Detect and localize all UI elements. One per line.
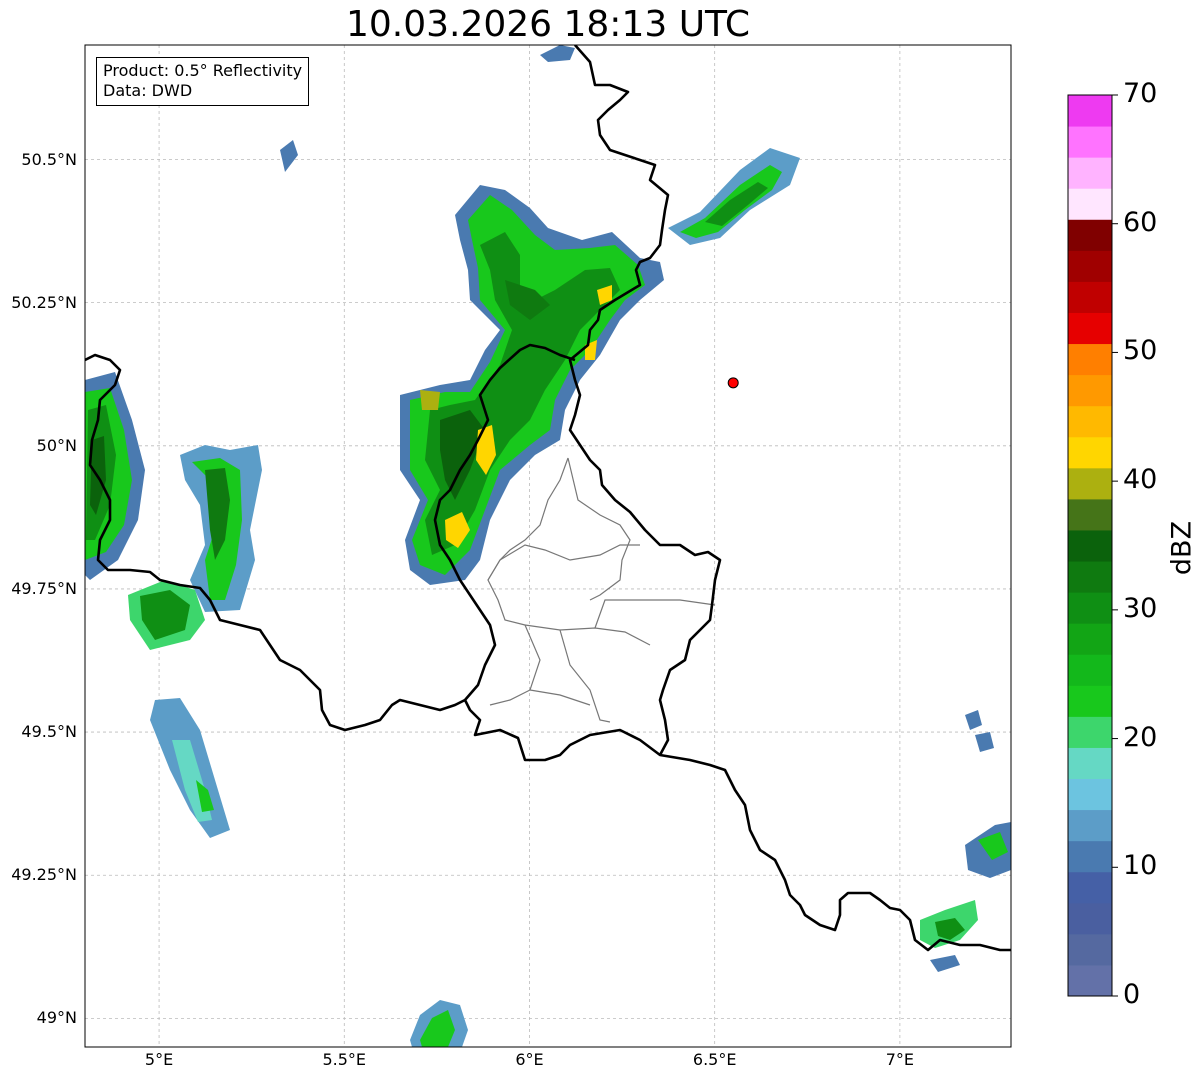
colorbar-tick-label: 20: [1123, 721, 1158, 753]
colorbar-segment: [1068, 592, 1112, 624]
colorbar-segment: [1068, 498, 1112, 531]
colorbar-segment: [1068, 716, 1112, 748]
colorbar-segment: [1068, 964, 1112, 997]
colorbar-tick-label: 60: [1123, 206, 1158, 238]
y-tick-label: 49.25°N: [11, 865, 77, 885]
x-tick-label: 5.5°E: [322, 1050, 367, 1069]
colorbar-tick-label: 70: [1123, 78, 1158, 109]
y-tick-label: 49°N: [36, 1008, 77, 1028]
x-tick-label: 6°E: [515, 1050, 544, 1069]
y-tick-label: 50.5°N: [21, 149, 77, 169]
colorbar-segment: [1068, 623, 1112, 655]
product-label: Product: 0.5° Reflectivity: [103, 61, 303, 80]
colorbar-segment: [1068, 219, 1112, 251]
colorbar-segment: [1068, 747, 1112, 780]
colorbar-segment: [1068, 188, 1112, 220]
colorbar-tick-label: 0: [1123, 979, 1141, 1010]
y-tick-label: 49.5°N: [21, 722, 77, 742]
colorbar-segment: [1068, 343, 1112, 376]
colorbar-segment: [1068, 654, 1112, 686]
colorbar: [1067, 94, 1118, 997]
data-source-label: Data: DWD: [103, 81, 193, 100]
colorbar-segment: [1068, 250, 1112, 282]
colorbar-segment: [1068, 126, 1112, 158]
colorbar-segment: [1068, 685, 1112, 717]
radar-site-marker[interactable]: [727, 377, 739, 389]
colorbar-segment: [1068, 467, 1112, 500]
radar-map[interactable]: [0, 0, 1202, 1081]
colorbar-segment: [1068, 374, 1112, 407]
colorbar-segment: [1068, 95, 1112, 127]
colorbar-segment: [1068, 561, 1112, 593]
colorbar-segment: [1068, 871, 1112, 904]
x-tick-label: 5°E: [144, 1050, 174, 1069]
colorbar-tick-label: 50: [1123, 335, 1158, 367]
colorbar-segment: [1068, 436, 1112, 469]
colorbar-segment: [1068, 778, 1112, 811]
colorbar-segment: [1068, 840, 1112, 873]
colorbar-tick-label: 30: [1123, 592, 1158, 624]
y-tick-label: 49.75°N: [11, 578, 77, 598]
y-tick-label: 50.25°N: [11, 292, 77, 312]
info-box: Product: 0.5° Reflectivity Data: DWD: [96, 57, 310, 106]
colorbar-segment: [1068, 902, 1112, 935]
radar-site-layer: [727, 377, 739, 389]
colorbar-segment: [1068, 809, 1112, 842]
colorbar-segment: [1068, 933, 1112, 966]
colorbar-segment: [1068, 157, 1112, 189]
colorbar-segment: [1068, 281, 1112, 313]
colorbar-segment: [1068, 312, 1112, 345]
colorbar-tick-label: 10: [1123, 850, 1158, 882]
x-tick-label: 6.5°E: [692, 1050, 737, 1069]
colorbar-label: dBZ: [1166, 520, 1198, 576]
y-tick-label: 50°N: [36, 435, 77, 455]
x-tick-label: 7°E: [885, 1050, 915, 1069]
colorbar-segment: [1068, 405, 1112, 438]
colorbar-segment: [1068, 529, 1112, 562]
colorbar-tick-label: 40: [1123, 464, 1158, 496]
